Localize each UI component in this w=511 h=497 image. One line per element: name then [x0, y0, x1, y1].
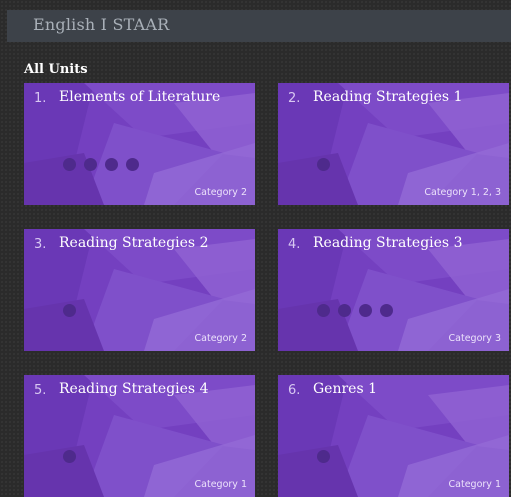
unit-card-1[interactable]: 1. Elements of Literature Category 2 [24, 83, 255, 205]
progress-dot-icon [338, 304, 351, 317]
unit-title: Elements of Literature [59, 89, 221, 105]
progress-dots [63, 304, 76, 317]
unit-category: Category 2 [194, 187, 247, 198]
unit-number: 5. [34, 383, 47, 398]
unit-card-3[interactable]: 3. Reading Strategies 2 Category 2 [24, 229, 255, 351]
progress-dot-icon [63, 304, 76, 317]
unit-card-6[interactable]: 6. Genres 1 Category 1 [278, 375, 509, 497]
unit-title: Reading Strategies 4 [59, 381, 209, 397]
progress-dot-icon [63, 158, 76, 171]
course-title: English I STAAR [33, 15, 170, 34]
progress-dots [317, 450, 330, 463]
unit-category: Category 2 [194, 333, 247, 344]
unit-title: Reading Strategies 3 [313, 235, 463, 251]
progress-dot-icon [126, 158, 139, 171]
progress-dot-icon [84, 158, 97, 171]
progress-dot-icon [317, 304, 330, 317]
unit-number: 2. [288, 91, 301, 106]
progress-dots [317, 158, 330, 171]
progress-dots [317, 304, 393, 317]
progress-dot-icon [63, 450, 76, 463]
progress-dot-icon [380, 304, 393, 317]
progress-dot-icon [317, 450, 330, 463]
unit-title: Reading Strategies 2 [59, 235, 209, 251]
unit-number: 4. [288, 237, 301, 252]
unit-category: Category 3 [448, 333, 501, 344]
unit-category: Category 1, 2, 3 [424, 187, 501, 198]
unit-card-5[interactable]: 5. Reading Strategies 4 Category 1 [24, 375, 255, 497]
unit-number: 6. [288, 383, 301, 398]
progress-dot-icon [359, 304, 372, 317]
section-title: All Units [24, 62, 88, 77]
unit-title: Reading Strategies 1 [313, 89, 463, 105]
unit-category: Category 1 [194, 479, 247, 490]
unit-number: 3. [34, 237, 47, 252]
progress-dots [63, 450, 76, 463]
app-header: English I STAAR [7, 10, 511, 42]
progress-dots [63, 158, 139, 171]
unit-title: Genres 1 [313, 381, 378, 397]
unit-number: 1. [34, 91, 47, 106]
unit-card-2[interactable]: 2. Reading Strategies 1 Category 1, 2, 3 [278, 83, 509, 205]
progress-dot-icon [317, 158, 330, 171]
unit-card-4[interactable]: 4. Reading Strategies 3 Category 3 [278, 229, 509, 351]
unit-category: Category 1 [448, 479, 501, 490]
progress-dot-icon [105, 158, 118, 171]
